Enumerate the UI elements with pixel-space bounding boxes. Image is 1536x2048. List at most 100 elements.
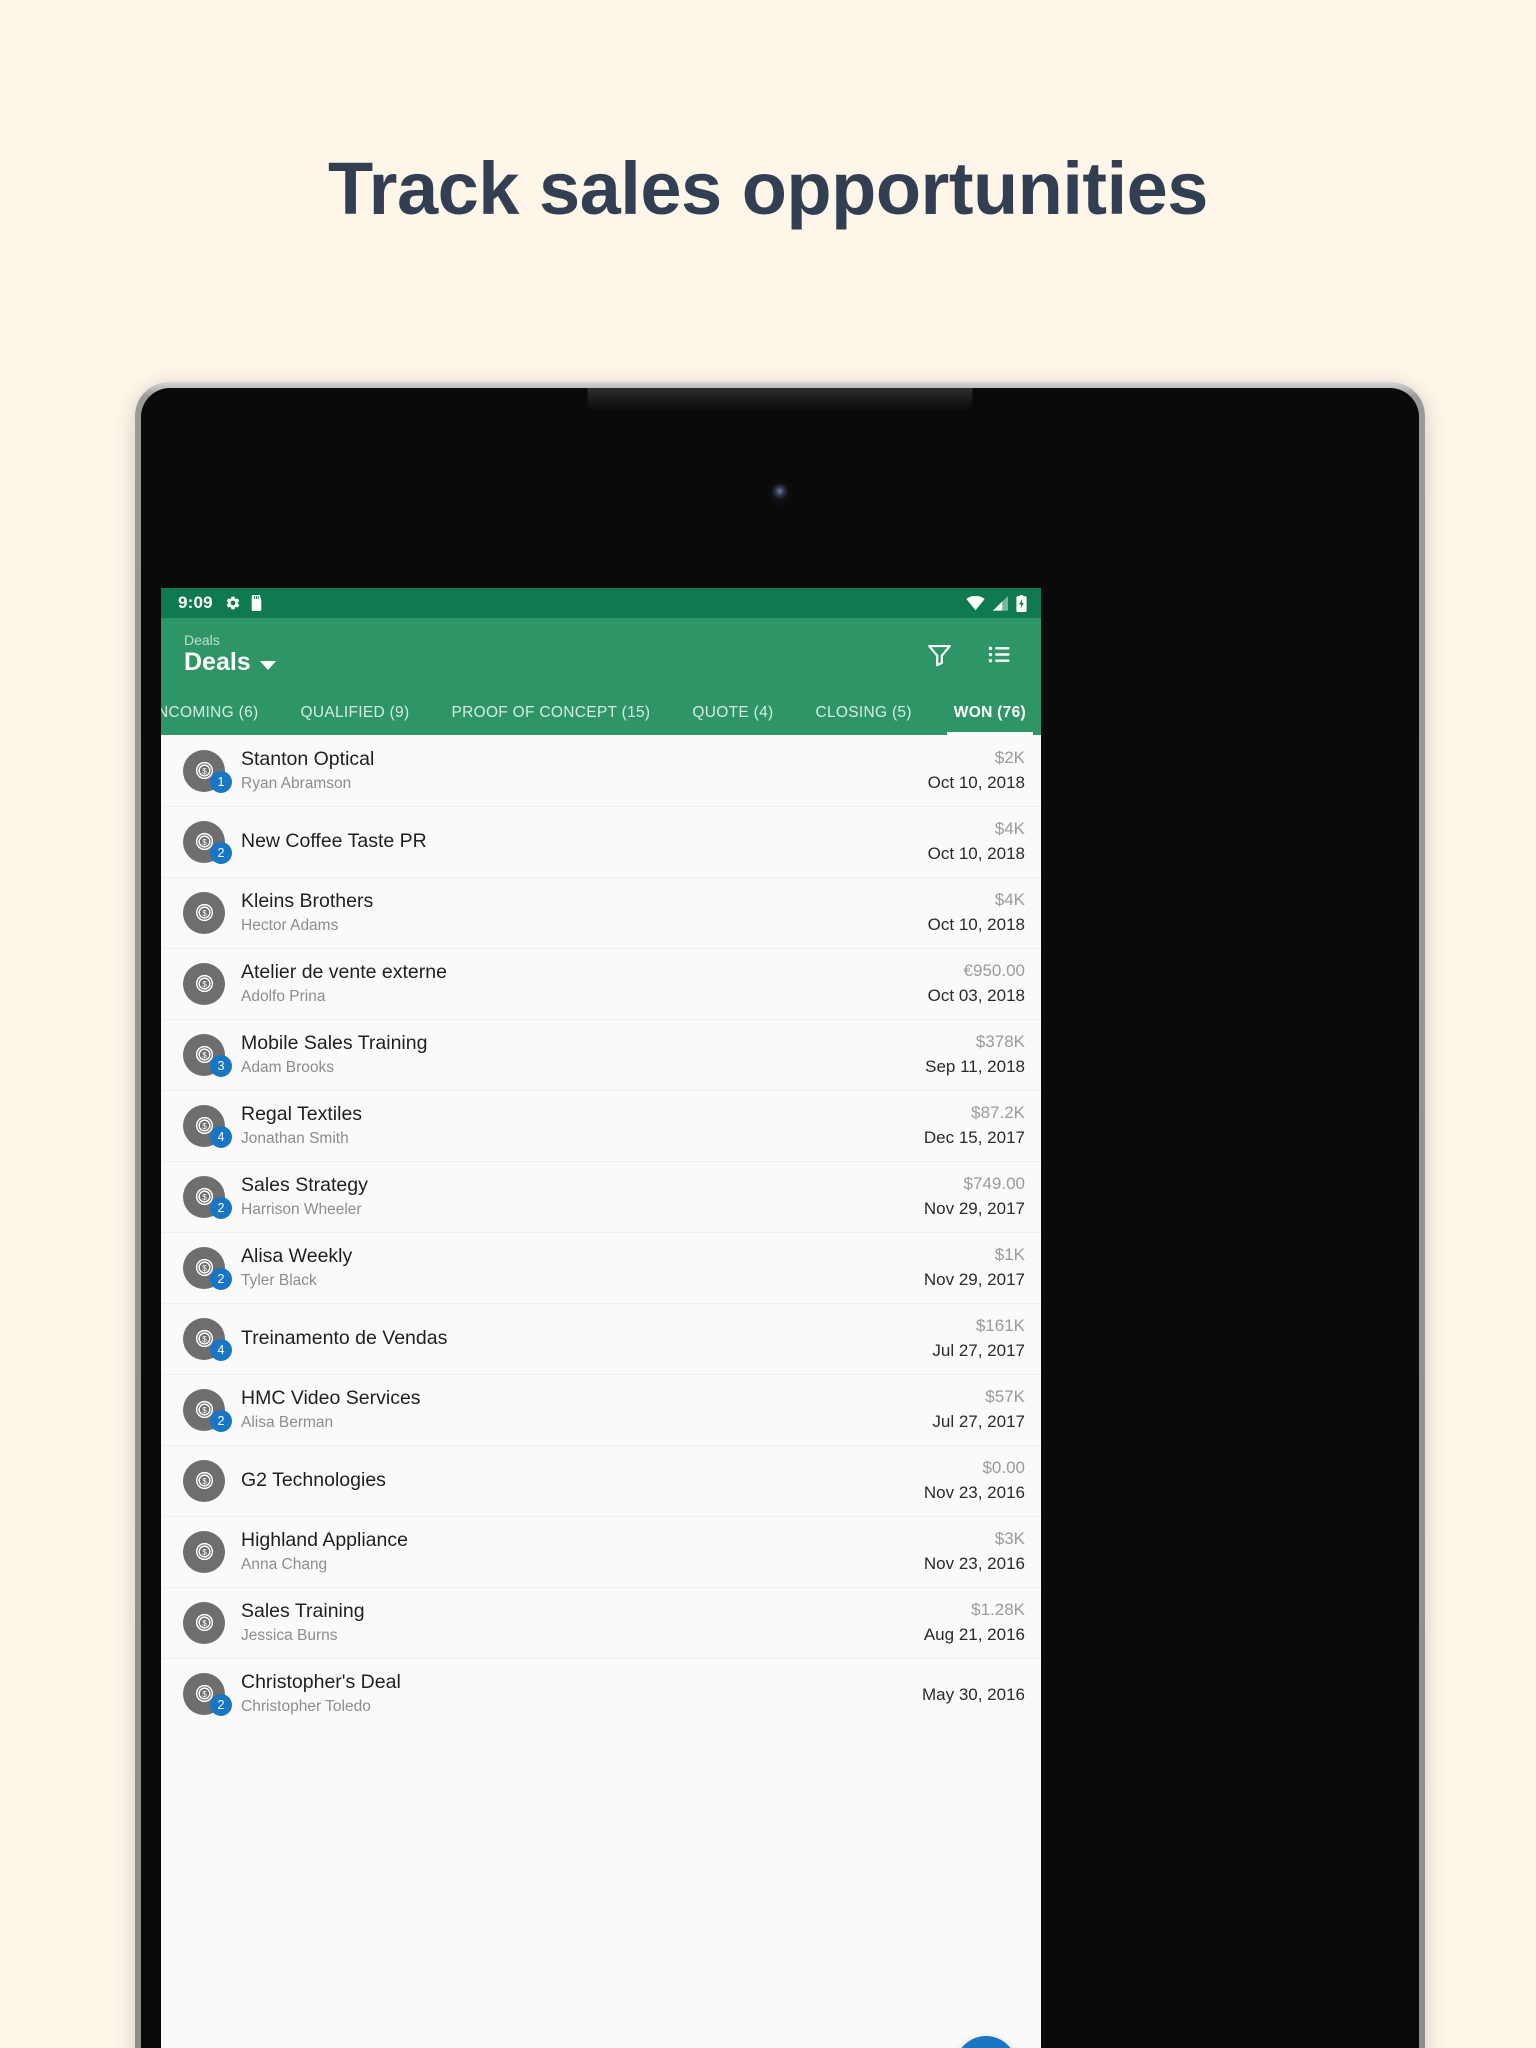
- deal-row-main: Mobile Sales Training Adam Brooks: [241, 1032, 925, 1077]
- deal-contact-name: Anna Chang: [241, 1555, 328, 1573]
- deal-row-main: Christopher's Deal Christopher Toledo: [241, 1671, 922, 1716]
- list-view-icon[interactable]: [986, 641, 1013, 668]
- deal-row[interactable]: $ G2 Technologies $0.00 Nov 23, 2016: [161, 1445, 1041, 1516]
- deal-title: New Coffee Taste PR: [241, 829, 427, 852]
- deal-row[interactable]: $3 Mobile Sales Training Adam Brooks $378K S…: [161, 1019, 1041, 1090]
- activity-count-badge: 2: [210, 1196, 232, 1219]
- coin-dollar-icon: $: [183, 962, 225, 1005]
- deal-list[interactable]: $1 Stanton Optical Ryan Abramson $2K Oct 10,…: [161, 735, 1041, 2048]
- deal-date: Oct 10, 2018: [927, 843, 1025, 863]
- deal-amount: $1K: [994, 1245, 1025, 1265]
- deal-row[interactable]: $ Sales Training Jessica Burns $1.28K Aug 21…: [161, 1587, 1041, 1658]
- deal-avatar: $1: [183, 749, 232, 793]
- device-notch: [587, 388, 973, 410]
- deal-contact-name: Harrison Wheeler: [241, 1200, 362, 1218]
- deal-contact-name: Jonathan Smith: [241, 1129, 349, 1147]
- deal-row[interactable]: $2 Christopher's Deal Christopher Toledo Ma…: [161, 1658, 1041, 1729]
- deal-title: Sales Strategy: [241, 1173, 368, 1196]
- tab-quote-4[interactable]: QUOTE (4): [671, 691, 794, 735]
- deal-row[interactable]: $ Kleins Brothers Hector Adams $4K Oct 10, 2…: [161, 877, 1041, 948]
- activity-count-badge: 2: [210, 1409, 232, 1432]
- deal-amount: $1.28K: [971, 1600, 1025, 1620]
- deal-avatar: $: [183, 891, 225, 934]
- svg-text:$: $: [202, 909, 207, 918]
- deal-title: HMC Video Services: [241, 1386, 421, 1409]
- deal-date: Jul 27, 2017: [932, 1411, 1025, 1431]
- deal-avatar: $: [183, 962, 225, 1005]
- deal-row-meta: $1K Nov 29, 2017: [924, 1244, 1025, 1290]
- app-bar-titles: Deals Deals: [181, 632, 276, 677]
- deal-amount: $4K: [994, 890, 1025, 910]
- deal-row-main: G2 Technologies: [241, 1469, 924, 1493]
- deal-avatar: $2: [183, 1175, 232, 1219]
- promo-screenshot: Track sales opportunities 9:09 Deals Dea…: [0, 0, 1536, 2048]
- deal-amount: $0.00: [982, 1458, 1025, 1478]
- app-bar-title-dropdown[interactable]: Deals: [184, 649, 276, 677]
- deal-contact-name: Hector Adams: [241, 916, 339, 934]
- chevron-down-icon: [259, 660, 276, 670]
- svg-text:$: $: [202, 1477, 207, 1486]
- deal-date: Oct 10, 2018: [927, 914, 1025, 934]
- deal-row-main: Sales Training Jessica Burns: [241, 1600, 924, 1645]
- svg-text:$: $: [202, 1406, 207, 1415]
- deal-row-meta: $57K Jul 27, 2017: [932, 1386, 1025, 1432]
- battery-charging-icon: [1016, 594, 1027, 612]
- deal-title: Kleins Brothers: [241, 889, 374, 912]
- svg-text:$: $: [202, 1548, 207, 1557]
- sd-card-icon: [250, 595, 263, 611]
- deal-row[interactable]: $4 Regal Textiles Jonathan Smith $87.2K Dec …: [161, 1090, 1041, 1161]
- tablet-device-frame: 9:09 Deals Deals NCOMING (6) QUALIFIED (…: [135, 382, 1425, 2048]
- deal-avatar: $2: [183, 1388, 232, 1432]
- deal-row[interactable]: $ Atelier de vente externe Adolfo Prina €95…: [161, 948, 1041, 1019]
- coin-dollar-icon: $: [183, 1459, 225, 1502]
- deal-row[interactable]: $1 Stanton Optical Ryan Abramson $2K Oct 10,…: [161, 735, 1041, 806]
- activity-count-badge: 2: [210, 841, 232, 864]
- deal-title: G2 Technologies: [241, 1468, 386, 1491]
- deal-contact-name: Christopher Toledo: [241, 1697, 371, 1715]
- deal-row-meta: $4K Oct 10, 2018: [928, 889, 1025, 935]
- deal-row[interactable]: $2 HMC Video Services Alisa Berman $57K Jul …: [161, 1374, 1041, 1445]
- deal-row-main: Highland Appliance Anna Chang: [241, 1529, 924, 1574]
- deal-row[interactable]: $4 Treinamento de Vendas $161K Jul 27, 2017: [161, 1303, 1041, 1374]
- deal-row-meta: $87.2K Dec 15, 2017: [924, 1102, 1025, 1148]
- svg-text:$: $: [202, 1193, 207, 1202]
- deal-row-main: Stanton Optical Ryan Abramson: [241, 748, 928, 793]
- deal-amount: €950.00: [963, 961, 1025, 981]
- filter-icon[interactable]: [925, 640, 954, 669]
- deal-contact-name: Alisa Berman: [241, 1413, 334, 1431]
- deal-date: Oct 10, 2018: [927, 772, 1025, 792]
- deal-contact-name: Ryan Abramson: [241, 774, 352, 792]
- deal-avatar: $: [183, 1530, 225, 1573]
- deal-row[interactable]: $2 Sales Strategy Harrison Wheeler $749.00 N…: [161, 1161, 1041, 1232]
- svg-text:$: $: [202, 1122, 207, 1131]
- deal-avatar: $: [183, 1601, 225, 1644]
- svg-text:$: $: [202, 838, 207, 847]
- deal-avatar: $2: [183, 820, 232, 864]
- stage-tab-bar[interactable]: NCOMING (6) QUALIFIED (9) PROOF OF CONCEPT…: [161, 691, 1041, 735]
- deal-title: Alisa Weekly: [241, 1244, 353, 1267]
- tab-won-76[interactable]: WON (76): [933, 691, 1041, 735]
- deal-row-meta: €950.00 Oct 03, 2018: [928, 960, 1025, 1006]
- svg-text:$: $: [202, 1264, 207, 1273]
- deal-row-meta: $1.28K Aug 21, 2016: [924, 1599, 1025, 1645]
- deal-amount: $749.00: [963, 1174, 1025, 1194]
- activity-count-badge: 2: [210, 1267, 232, 1290]
- activity-count-badge: 3: [210, 1054, 232, 1077]
- svg-text:$: $: [202, 1335, 207, 1344]
- tab-qualified-9[interactable]: QUALIFIED (9): [279, 691, 430, 735]
- status-time: 9:09: [178, 593, 213, 612]
- tab-proof-of-concept-15[interactable]: PROOF OF CONCEPT (15): [430, 691, 671, 735]
- deal-amount: $3K: [994, 1529, 1025, 1549]
- activity-count-badge: 4: [210, 1338, 232, 1361]
- deal-row[interactable]: $ Highland Appliance Anna Chang $3K Nov 23, …: [161, 1516, 1041, 1587]
- deal-row-main: Alisa Weekly Tyler Black: [241, 1245, 924, 1290]
- deal-amount: $2K: [994, 748, 1025, 768]
- cell-signal-icon: [992, 595, 1009, 611]
- deal-amount: $4K: [994, 819, 1025, 839]
- page-headline: Track sales opportunities: [328, 147, 1208, 230]
- deal-row[interactable]: $2 Alisa Weekly Tyler Black $1K Nov 29, 2017: [161, 1232, 1041, 1303]
- deal-title: Atelier de vente externe: [241, 960, 447, 983]
- deal-row[interactable]: $2 New Coffee Taste PR $4K Oct 10, 2018: [161, 806, 1041, 877]
- tab-ncoming-6[interactable]: NCOMING (6): [161, 691, 279, 735]
- tab-closing-5[interactable]: CLOSING (5): [794, 691, 932, 735]
